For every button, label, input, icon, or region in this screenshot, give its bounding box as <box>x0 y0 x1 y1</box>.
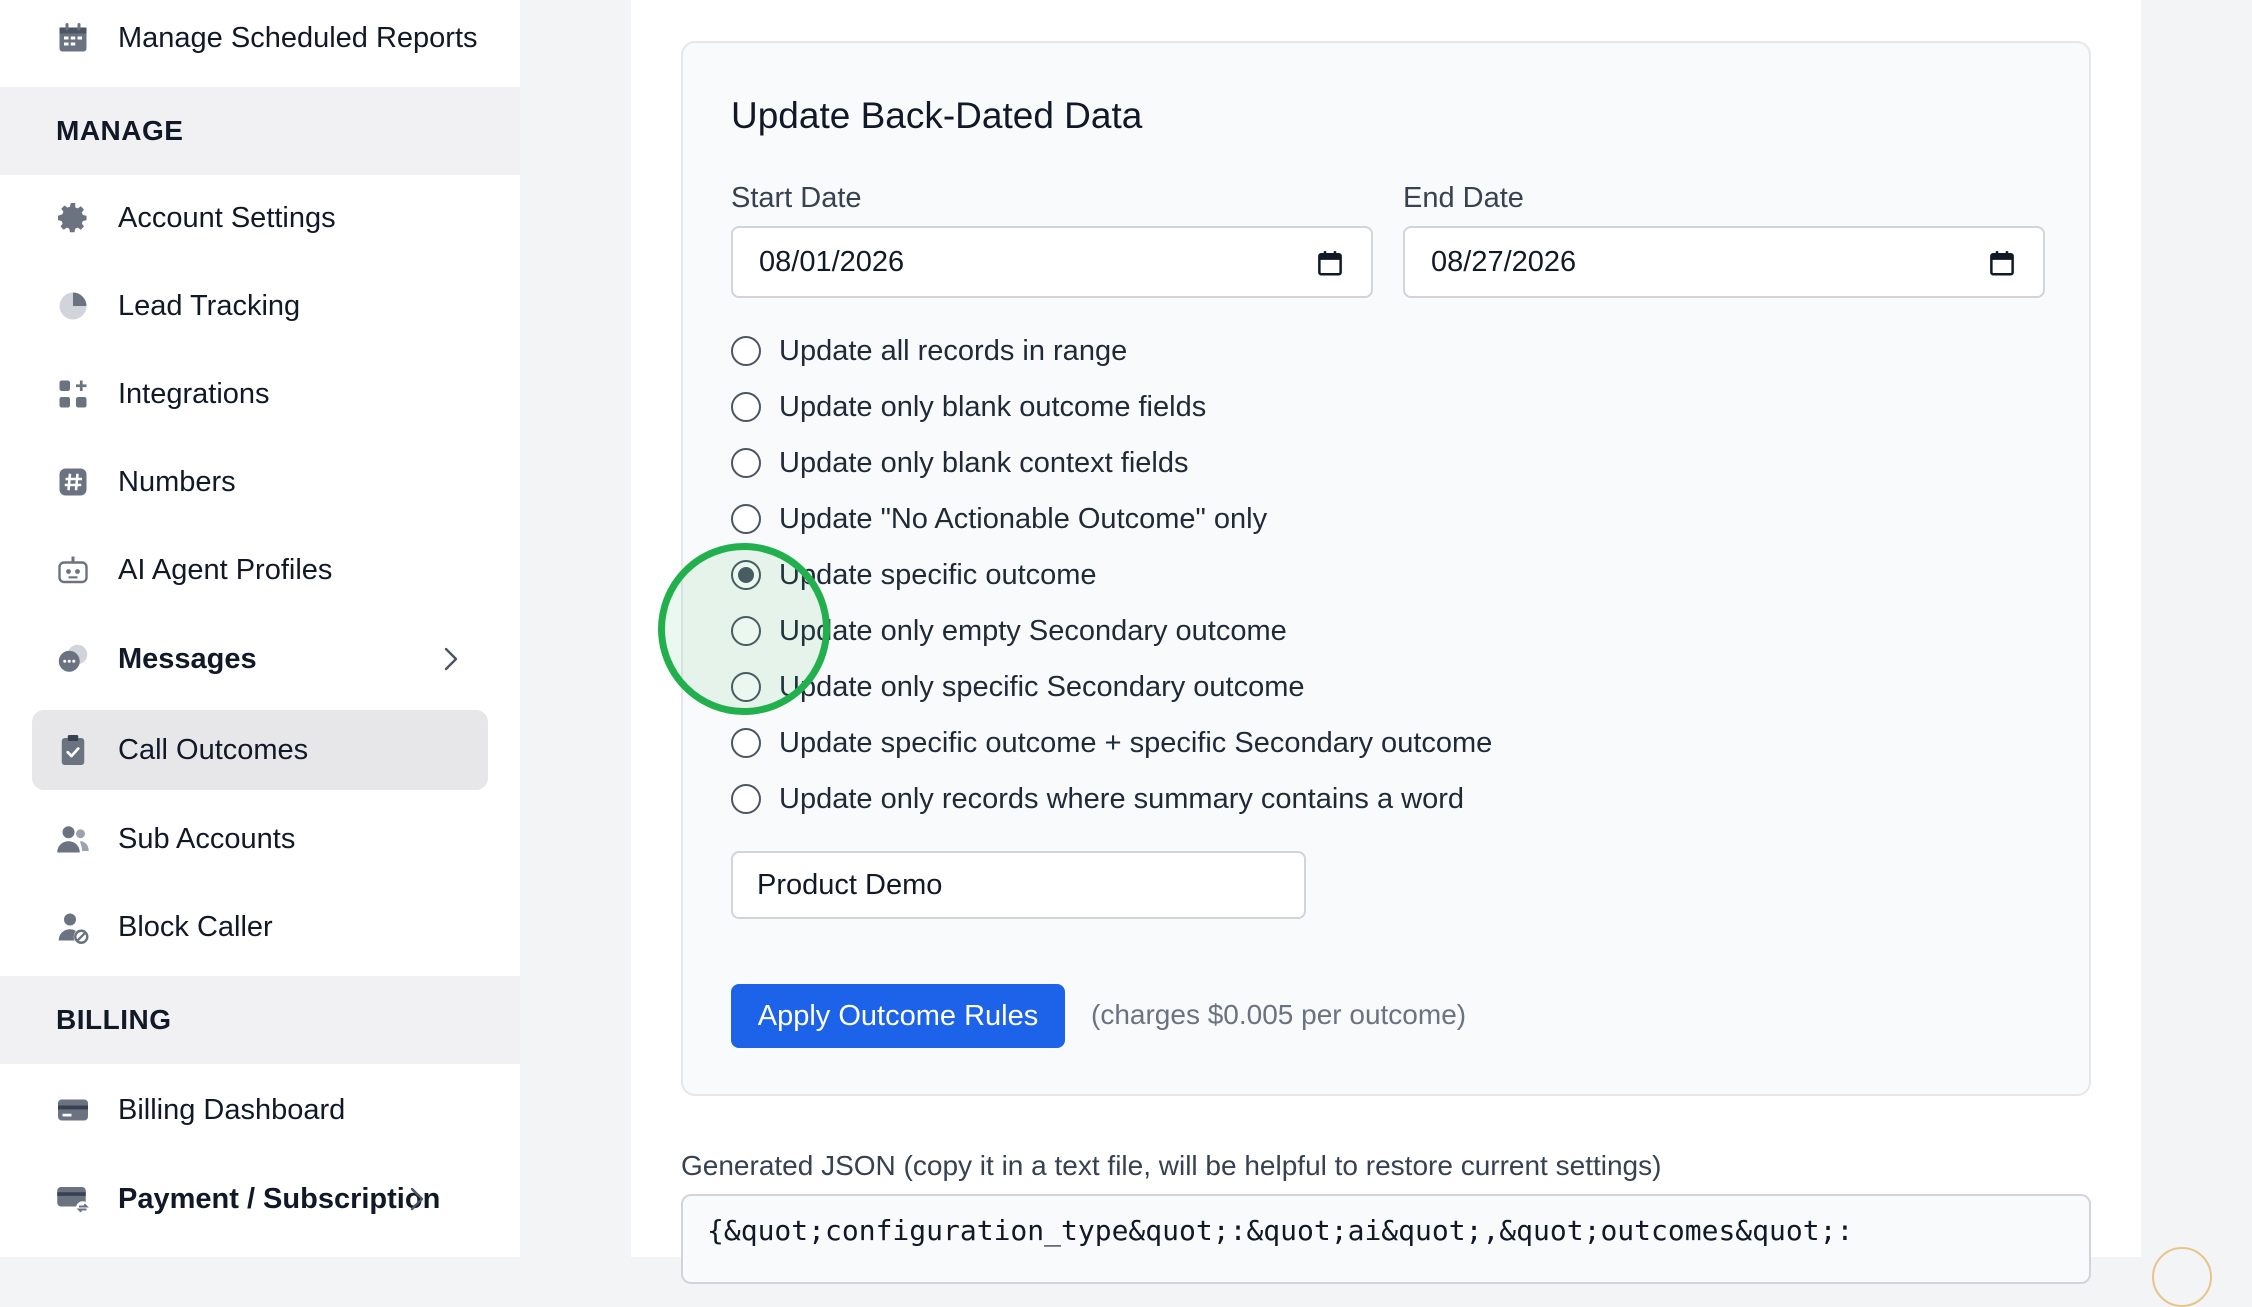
sidebar-item-label: Payment / Subscription <box>118 1182 441 1215</box>
robot-icon <box>54 551 92 589</box>
sidebar-item-label: Account Settings <box>118 201 336 234</box>
sidebar-item-label: Integrations <box>118 377 270 410</box>
credit-card-icon <box>54 1091 92 1129</box>
chat-bubbles-icon <box>54 640 92 678</box>
option-update-specific-plus-secondary[interactable]: Update specific outcome + specific Secon… <box>731 723 1492 763</box>
chevron-right-icon <box>438 645 462 681</box>
sidebar-item-label: Billing Dashboard <box>118 1093 346 1126</box>
option-label: Update "No Actionable Outcome" only <box>779 502 1268 535</box>
sidebar-item-call-outcomes[interactable]: Call Outcomes <box>32 710 488 790</box>
charges-note: (charges $0.005 per outcome) <box>1091 999 1467 1030</box>
option-label: Update only empty Secondary outcome <box>779 614 1287 647</box>
generated-json-textarea[interactable]: {&quot;configuration_type&quot;:&quot;ai… <box>681 1194 2091 1284</box>
click-highlight-ring <box>658 543 830 715</box>
specific-outcome-value: Product Demo <box>757 868 943 901</box>
chevron-right-icon <box>404 1185 428 1221</box>
specific-outcome-input[interactable]: Product Demo <box>731 851 1306 919</box>
option-label: Update specific outcome + specific Secon… <box>779 726 1493 759</box>
section-header-manage: MANAGE <box>0 87 520 175</box>
radio-button[interactable] <box>731 504 761 534</box>
option-update-summary-contains[interactable]: Update only records where summary contai… <box>731 779 1464 819</box>
option-update-all-records[interactable]: Update all records in range <box>731 331 1127 371</box>
hash-icon <box>54 463 92 501</box>
end-date-label: End Date <box>1403 182 1524 214</box>
sidebar-item-label: Sub Accounts <box>118 822 296 855</box>
sidebar: Manage Scheduled Reports MANAGE Account … <box>0 0 520 1257</box>
sidebar-item-label: AI Agent Profiles <box>118 553 333 586</box>
sidebar-item-ai-agent-profiles[interactable]: AI Agent Profiles <box>32 530 488 610</box>
gear-icon <box>54 199 92 237</box>
calendar-icon <box>54 19 92 57</box>
card-title: Update Back-Dated Data <box>731 95 1143 136</box>
sidebar-item-block-caller[interactable]: Block Caller <box>32 887 488 967</box>
start-date-value: 08/01/2026 <box>759 245 905 278</box>
sidebar-item-label: Manage Scheduled Reports <box>118 21 478 54</box>
sidebar-item-lead-tracking[interactable]: Lead Tracking <box>32 266 488 346</box>
end-date-input[interactable]: 08/27/2026 <box>1403 226 2045 298</box>
sidebar-item-payment-subscription[interactable]: Payment / Subscription <box>32 1159 488 1239</box>
sidebar-item-account-settings[interactable]: Account Settings <box>32 178 488 258</box>
users-icon <box>54 820 92 858</box>
sidebar-item-label: Numbers <box>118 465 236 498</box>
option-update-blank-outcome[interactable]: Update only blank outcome fields <box>731 387 1206 427</box>
option-label: Update only blank context fields <box>779 446 1189 479</box>
sidebar-item-numbers[interactable]: Numbers <box>32 442 488 522</box>
option-label: Update specific outcome <box>779 558 1097 591</box>
sidebar-item-manage-scheduled-reports[interactable]: Manage Scheduled Reports <box>32 0 488 78</box>
sidebar-item-label: Messages <box>118 642 257 675</box>
content-gutter <box>569 0 631 1257</box>
radio-button[interactable] <box>731 336 761 366</box>
option-label: Update only blank outcome fields <box>779 390 1207 423</box>
radio-button[interactable] <box>731 448 761 478</box>
user-block-icon <box>54 908 92 946</box>
card-exchange-icon <box>54 1180 92 1218</box>
option-update-blank-context[interactable]: Update only blank context fields <box>731 443 1188 483</box>
generated-json-label: Generated JSON (copy it in a text file, … <box>681 1150 1662 1181</box>
start-date-input[interactable]: 08/01/2026 <box>731 226 1373 298</box>
sidebar-item-label: Lead Tracking <box>118 289 301 322</box>
pie-chart-icon <box>54 287 92 325</box>
sidebar-item-messages[interactable]: Messages <box>32 619 488 699</box>
radio-button[interactable] <box>731 784 761 814</box>
sidebar-item-integrations[interactable]: Integrations <box>32 354 488 434</box>
section-header-billing: BILLING <box>0 976 520 1064</box>
grid-plus-icon <box>54 375 92 413</box>
sidebar-item-sub-accounts[interactable]: Sub Accounts <box>32 799 488 879</box>
sidebar-item-label: Call Outcomes <box>118 733 309 766</box>
calendar-icon[interactable] <box>1987 248 2017 286</box>
radio-button[interactable] <box>731 728 761 758</box>
calendar-icon[interactable] <box>1315 248 1345 286</box>
option-update-no-actionable[interactable]: Update "No Actionable Outcome" only <box>731 499 1267 539</box>
option-label: Update only records where summary contai… <box>779 782 1465 815</box>
sidebar-item-billing-dashboard[interactable]: Billing Dashboard <box>32 1070 488 1150</box>
start-date-label: Start Date <box>731 182 862 214</box>
help-widget-edge[interactable] <box>2152 1247 2212 1307</box>
option-label: Update only specific Secondary outcome <box>779 670 1305 703</box>
option-label: Update all records in range <box>779 334 1128 367</box>
sidebar-item-label: Block Caller <box>118 910 273 943</box>
end-date-value: 08/27/2026 <box>1431 245 1577 278</box>
radio-button[interactable] <box>731 392 761 422</box>
clipboard-check-icon <box>54 731 92 769</box>
apply-outcome-rules-button[interactable]: Apply Outcome Rules <box>731 984 1065 1048</box>
